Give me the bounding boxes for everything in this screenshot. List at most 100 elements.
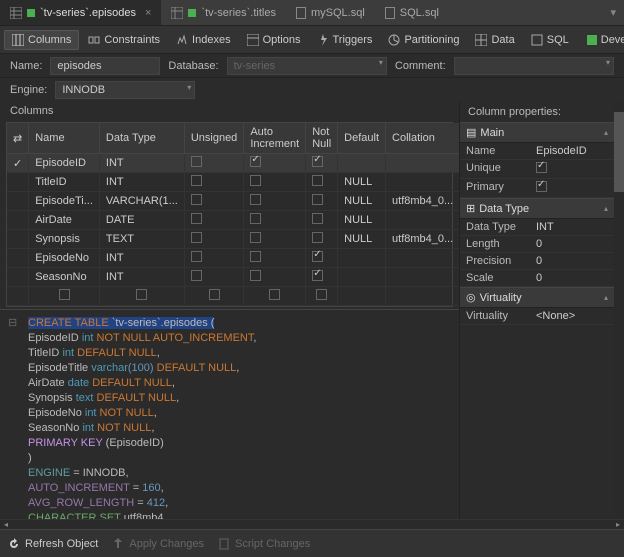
sql-file-icon [296,7,306,19]
table-icon [171,7,183,19]
col-autoinc[interactable]: Auto Increment [244,123,306,154]
data-tab[interactable]: Data [468,31,521,49]
engine-label: Engine: [10,84,47,96]
sql-tab[interactable]: SQL [524,31,576,49]
refresh-button[interactable]: Refresh Object [8,538,98,550]
grid-empty-row[interactable] [7,287,459,306]
prop-row[interactable]: Precision0 [460,253,614,270]
database-combo[interactable] [227,57,387,75]
prop-row[interactable]: Scale0 [460,270,614,287]
columns-section-title: Columns [0,102,459,120]
checkbox-icon[interactable] [250,175,261,186]
checkbox-icon[interactable] [191,213,202,224]
checkbox-icon[interactable] [312,270,323,281]
col-name[interactable]: Name [29,123,100,154]
tab-mysql-sql[interactable]: mySQL.sql [286,0,375,25]
prop-group-virtuality[interactable]: ◎Virtuality▴ [460,287,614,308]
development-mode[interactable]: Development▾ [580,31,624,49]
checkbox-icon[interactable] [312,175,323,186]
checkbox-icon[interactable] [191,175,202,186]
checkbox-icon[interactable] [250,270,261,281]
checkbox-icon[interactable] [191,232,202,243]
triggers-tab[interactable]: Triggers [310,31,380,49]
table-row[interactable]: TitleIDINTNULL [7,173,459,192]
checkbox-icon[interactable] [312,156,323,167]
checkbox-icon[interactable] [191,270,202,281]
name-input[interactable] [50,57,160,75]
checkbox-icon[interactable] [312,251,323,262]
prop-row[interactable]: Unique [460,160,614,179]
columns-tab[interactable]: Columns [4,30,79,50]
tab-episodes[interactable]: `tv-series`.episodes × [0,0,161,25]
col-default[interactable]: Default [338,123,386,154]
database-label: Database: [168,60,218,72]
tabs-menu-icon[interactable]: ▾ [602,6,624,19]
sql-file-icon [385,7,395,19]
checkbox-icon[interactable] [312,232,323,243]
checkbox-icon[interactable] [250,232,261,243]
prop-row[interactable]: Virtuality<None> [460,308,614,325]
tab-sql-sql[interactable]: SQL.sql [375,0,449,25]
tab-titles[interactable]: `tv-series`.titles [161,0,286,25]
checkbox-icon[interactable] [250,251,261,262]
prop-row[interactable]: Data TypeINT [460,219,614,236]
horizontal-scrollbar[interactable]: ◂▸ [0,519,624,529]
bottom-toolbar: Refresh Object Apply Changes Script Chan… [0,529,624,557]
triggers-icon [317,34,329,46]
checkbox-icon[interactable] [191,194,202,205]
checkbox-icon[interactable] [250,213,261,224]
col-datatype[interactable]: Data Type [99,123,184,154]
status-dot-icon [188,9,196,17]
prop-row[interactable]: Length0 [460,236,614,253]
indexes-tab[interactable]: Indexes [169,31,238,49]
fold-gutter-icon[interactable]: ⊟ [8,316,17,330]
close-icon[interactable]: × [145,7,151,19]
columns-icon [12,34,24,46]
table-row[interactable]: AirDateDATENULL [7,211,459,230]
checkbox-icon[interactable] [312,194,323,205]
comment-input[interactable] [454,57,614,75]
table-row[interactable]: SeasonNoINT [7,268,459,287]
options-tab[interactable]: Options [240,31,308,49]
rowhandle-header[interactable]: ⇄ [7,123,29,154]
col-notnull[interactable]: Not Null [306,123,338,154]
checkbox-icon[interactable] [250,156,261,167]
prop-group-main[interactable]: ▤Main▴ [460,122,614,143]
engine-combo[interactable] [55,81,195,99]
group-icon: ▤ [466,126,476,139]
sql-icon [531,34,543,46]
col-unsigned[interactable]: Unsigned [184,123,243,154]
tab-label: `tv-series`.titles [201,7,276,19]
tab-label: `tv-series`.episodes [40,7,136,19]
table-row[interactable]: EpisodeNoINT [7,249,459,268]
table-row[interactable]: SynopsisTEXTNULLutf8mb4_0... [7,230,459,249]
collapse-icon[interactable]: ▴ [604,293,608,302]
vertical-scrollbar[interactable] [614,102,624,519]
table-properties: Name: Database: Comment: [0,54,624,78]
indexes-icon [176,34,188,46]
partitioning-icon [388,34,400,46]
constraints-icon [88,34,100,46]
sql-preview[interactable]: ⊟ CREATE TABLE `tv-series`.episodes ( Ep… [0,309,459,519]
constraints-tab[interactable]: Constraints [81,31,167,49]
prop-row[interactable]: Primary [460,179,614,198]
checkbox-icon[interactable] [536,162,547,173]
checkbox-icon[interactable] [191,156,202,167]
checkbox-icon[interactable] [191,251,202,262]
script-button: Script Changes [218,538,310,550]
tab-label: mySQL.sql [311,7,365,19]
partitioning-tab[interactable]: Partitioning [381,31,466,49]
collapse-icon[interactable]: ▴ [604,204,608,213]
table-row[interactable]: EpisodeTi...VARCHAR(1...NULLutf8mb4_0... [7,192,459,211]
file-tabs: `tv-series`.episodes × `tv-series`.title… [0,0,624,26]
prop-group-datatype[interactable]: ⊞Data Type▴ [460,198,614,219]
table-row[interactable]: ✓EpisodeIDINT [7,154,459,173]
comment-label: Comment: [395,60,446,72]
checkbox-icon[interactable] [312,213,323,224]
name-label: Name: [10,60,42,72]
prop-row[interactable]: NameEpisodeID [460,143,614,160]
col-collation[interactable]: Collation [386,123,459,154]
checkbox-icon[interactable] [250,194,261,205]
collapse-icon[interactable]: ▴ [604,128,608,137]
checkbox-icon[interactable] [536,181,547,192]
